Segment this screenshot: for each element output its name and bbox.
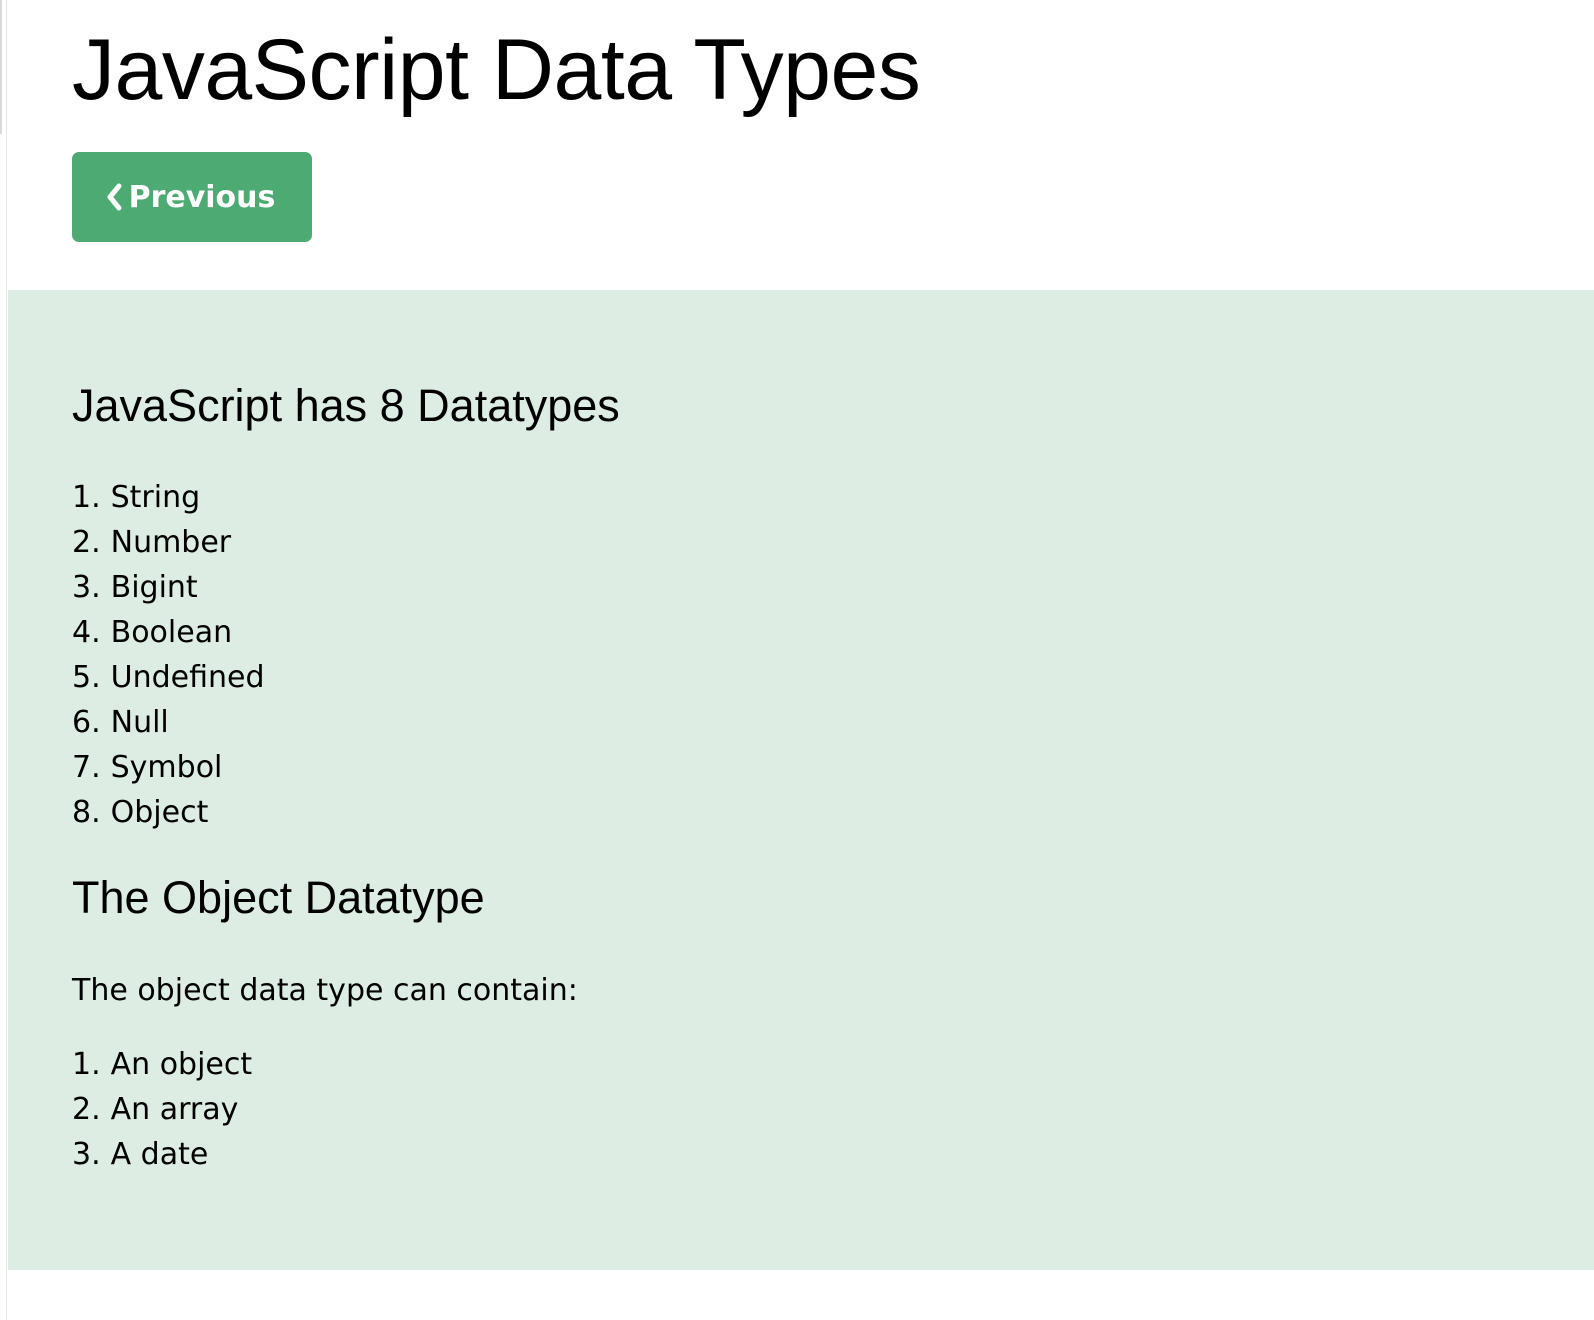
- scroll-edge: [0, 0, 2, 134]
- list-item-number: 8.: [72, 795, 101, 830]
- list-item: 6. Null: [72, 700, 265, 745]
- list-item-label: Symbol: [110, 750, 223, 785]
- list-item-number: 5.: [72, 660, 101, 695]
- chevron-left-icon: [105, 182, 123, 212]
- list-item-number: 3.: [72, 1137, 101, 1172]
- list-item-label: Object: [110, 795, 209, 830]
- list-item-label: A date: [110, 1137, 209, 1172]
- list-item-number: 2.: [72, 1092, 101, 1127]
- list-item-number: 1.: [72, 1047, 101, 1082]
- list-item-label: An object: [110, 1047, 253, 1082]
- object-datatype-heading: The Object Datatype: [72, 872, 485, 923]
- list-item: 8. Object: [72, 790, 265, 835]
- datatypes-heading: JavaScript has 8 Datatypes: [72, 380, 620, 431]
- list-item: 7. Symbol: [72, 745, 265, 790]
- list-item-label: String: [110, 480, 201, 515]
- list-item: 1. String: [72, 475, 265, 520]
- object-datatype-description: The object data type can contain:: [72, 973, 578, 1008]
- list-item-number: 4.: [72, 615, 101, 650]
- object-contents-list: 1. An object 2. An array 3. A date: [72, 1042, 252, 1177]
- list-item: 2. An array: [72, 1087, 252, 1132]
- list-item-label: Boolean: [110, 615, 233, 650]
- list-item-label: Bigint: [110, 570, 198, 605]
- list-item-number: 7.: [72, 750, 101, 785]
- page-title: JavaScript Data Types: [72, 22, 921, 118]
- list-item-label: Undefined: [110, 660, 265, 695]
- page-header: JavaScript Data Types Previous: [8, 0, 1594, 290]
- list-item-number: 6.: [72, 705, 101, 740]
- list-item-label: Null: [110, 705, 169, 740]
- list-item: 5. Undefined: [72, 655, 265, 700]
- content-panel: JavaScript has 8 Datatypes 1. String 2. Nu…: [8, 290, 1594, 1270]
- list-item-label: Number: [110, 525, 232, 560]
- list-item-number: 2.: [72, 525, 101, 560]
- page-left-border: [0, 0, 7, 1320]
- list-item-number: 3.: [72, 570, 101, 605]
- list-item: 1. An object: [72, 1042, 252, 1087]
- list-item-number: 1.: [72, 480, 101, 515]
- list-item: 2. Number: [72, 520, 265, 565]
- previous-button[interactable]: Previous: [72, 152, 312, 242]
- list-item: 3. A date: [72, 1132, 252, 1177]
- previous-button-label: Previous: [128, 179, 276, 215]
- list-item: 4. Boolean: [72, 610, 265, 655]
- datatypes-list: 1. String 2. Number 3. Bigint 4. Boolean 5. U…: [72, 475, 265, 835]
- list-item-label: An array: [110, 1092, 239, 1127]
- list-item: 3. Bigint: [72, 565, 265, 610]
